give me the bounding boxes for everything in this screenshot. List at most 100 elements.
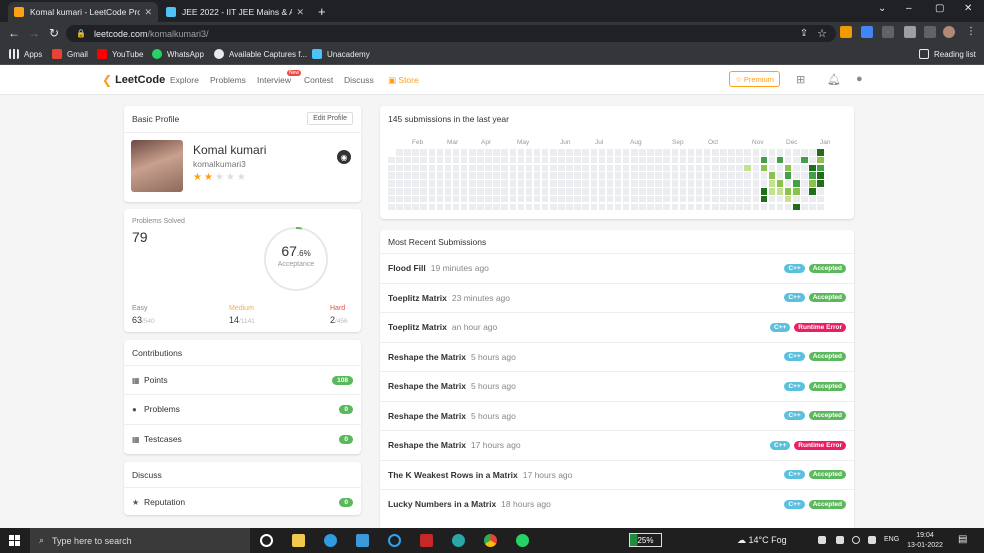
heatmap-cell[interactable] xyxy=(744,180,751,187)
bookmark-unacademy[interactable]: Unacademy xyxy=(312,49,370,59)
heatmap-cell[interactable] xyxy=(566,195,573,203)
heatmap-cell[interactable] xyxy=(784,172,792,179)
heatmap-cell[interactable] xyxy=(631,149,638,156)
heatmap-cell[interactable] xyxy=(671,203,678,211)
heatmap-cell[interactable] xyxy=(404,172,411,179)
weather-widget[interactable]: ☁ 14°C Fog xyxy=(737,535,787,546)
heatmap-cell[interactable] xyxy=(720,195,727,203)
heatmap-cell[interactable] xyxy=(679,164,687,172)
heatmap-cell[interactable] xyxy=(671,149,678,156)
heatmap-cell[interactable] xyxy=(655,203,662,211)
heatmap-cell[interactable] xyxy=(703,180,711,187)
heatmap-cell[interactable] xyxy=(606,195,614,203)
minimize-button[interactable]: – xyxy=(906,3,912,14)
heatmap-cell[interactable] xyxy=(631,172,638,179)
heatmap-cell[interactable] xyxy=(412,149,419,156)
submission-title[interactable]: Reshape the Matrix xyxy=(388,381,466,391)
heatmap-cell[interactable] xyxy=(574,172,581,179)
heatmap-cell[interactable] xyxy=(501,149,508,156)
heatmap-cell[interactable] xyxy=(801,172,808,179)
heatmap-cell[interactable] xyxy=(647,203,654,211)
heatmap-cell[interactable] xyxy=(412,180,419,187)
heatmap-cell[interactable] xyxy=(452,156,460,164)
heatmap-cell[interactable] xyxy=(622,180,630,187)
heatmap-cell[interactable] xyxy=(444,164,452,172)
heatmap-cell[interactable] xyxy=(428,188,435,195)
heatmap-cell[interactable] xyxy=(736,172,743,179)
heatmap-cell[interactable] xyxy=(703,195,711,203)
heatmap-cell[interactable] xyxy=(728,203,735,211)
heatmap-cell[interactable] xyxy=(396,156,403,164)
heatmap-cell[interactable] xyxy=(469,203,476,211)
file-explorer-icon[interactable] xyxy=(292,534,305,547)
heatmap-cell[interactable] xyxy=(687,156,695,164)
heatmap-cell[interactable] xyxy=(801,180,808,187)
heatmap-cell[interactable] xyxy=(509,188,516,195)
heatmap-cell[interactable] xyxy=(493,172,500,179)
heatmap-cell[interactable] xyxy=(485,188,492,195)
heatmap-cell[interactable] xyxy=(760,180,768,187)
heatmap-cell[interactable] xyxy=(420,172,427,179)
heatmap-cell[interactable] xyxy=(752,188,759,195)
heatmap-cell[interactable] xyxy=(760,195,768,203)
heatmap-cell[interactable] xyxy=(396,164,403,172)
heatmap-cell[interactable] xyxy=(801,195,808,203)
heatmap-cell[interactable] xyxy=(436,149,444,156)
submission-row[interactable]: Reshape the Matrix 5 hours ago C++ Accepted xyxy=(380,371,854,401)
bookmark-gmail[interactable]: Gmail xyxy=(52,49,88,59)
heatmap-cell[interactable] xyxy=(655,195,662,203)
heatmap-cell[interactable] xyxy=(388,164,395,172)
heatmap-cell[interactable] xyxy=(460,180,468,187)
heatmap-cell[interactable] xyxy=(614,149,622,156)
heatmap-cell[interactable] xyxy=(558,172,565,179)
heatmap-cell[interactable] xyxy=(776,164,784,172)
nav-contest[interactable]: Contest xyxy=(304,75,333,85)
heatmap-cell[interactable] xyxy=(420,164,427,172)
heatmap-cell[interactable] xyxy=(752,156,759,164)
heatmap-cell[interactable] xyxy=(501,203,508,211)
heatmap-cell[interactable] xyxy=(574,180,581,187)
heatmap-cell[interactable] xyxy=(728,164,735,172)
heatmap-cell[interactable] xyxy=(817,149,824,156)
heatmap-cell[interactable] xyxy=(703,203,711,211)
heatmap-cell[interactable] xyxy=(436,203,444,211)
heatmap-cell[interactable] xyxy=(428,172,435,179)
heatmap-cell[interactable] xyxy=(809,188,816,195)
heatmap-cell[interactable] xyxy=(404,156,411,164)
heatmap-cell[interactable] xyxy=(639,164,646,172)
heatmap-cell[interactable] xyxy=(396,149,403,156)
heatmap-cell[interactable] xyxy=(404,203,411,211)
heatmap-cell[interactable] xyxy=(760,172,768,179)
heatmap-cell[interactable] xyxy=(768,203,776,211)
heatmap-cell[interactable] xyxy=(420,156,427,164)
heatmap-cell[interactable] xyxy=(469,164,476,172)
heatmap-cell[interactable] xyxy=(720,188,727,195)
heatmap-cell[interactable] xyxy=(517,188,525,195)
heatmap-cell[interactable] xyxy=(436,156,444,164)
heatmap-cell[interactable] xyxy=(776,172,784,179)
heatmap-cell[interactable] xyxy=(695,188,703,195)
heatmap-cell[interactable] xyxy=(679,195,687,203)
heatmap-cell[interactable] xyxy=(412,156,419,164)
heatmap-cell[interactable] xyxy=(525,156,533,164)
submission-title[interactable]: The K Weakest Rows in a Matrix xyxy=(388,470,518,480)
heatmap-cell[interactable] xyxy=(606,164,614,172)
heatmap-cell[interactable] xyxy=(655,156,662,164)
heatmap-cell[interactable] xyxy=(452,164,460,172)
heatmap-cell[interactable] xyxy=(517,195,525,203)
reload-icon[interactable]: ↻ xyxy=(44,26,64,40)
heatmap-cell[interactable] xyxy=(703,164,711,172)
heatmap-cell[interactable] xyxy=(541,156,549,164)
heatmap-cell[interactable] xyxy=(647,195,654,203)
heatmap-cell[interactable] xyxy=(720,203,727,211)
new-tab-button[interactable]: + xyxy=(318,4,326,19)
heatmap-cell[interactable] xyxy=(712,188,719,195)
heatmap-cell[interactable] xyxy=(598,203,606,211)
heatmap-cell[interactable] xyxy=(679,188,687,195)
heatmap-cell[interactable] xyxy=(444,156,452,164)
heatmap-cell[interactable] xyxy=(558,164,565,172)
heatmap-cell[interactable] xyxy=(687,172,695,179)
heatmap-cell[interactable] xyxy=(809,156,816,164)
heatmap-cell[interactable] xyxy=(550,164,557,172)
bell-icon[interactable]: 🔔︎ xyxy=(827,73,841,86)
